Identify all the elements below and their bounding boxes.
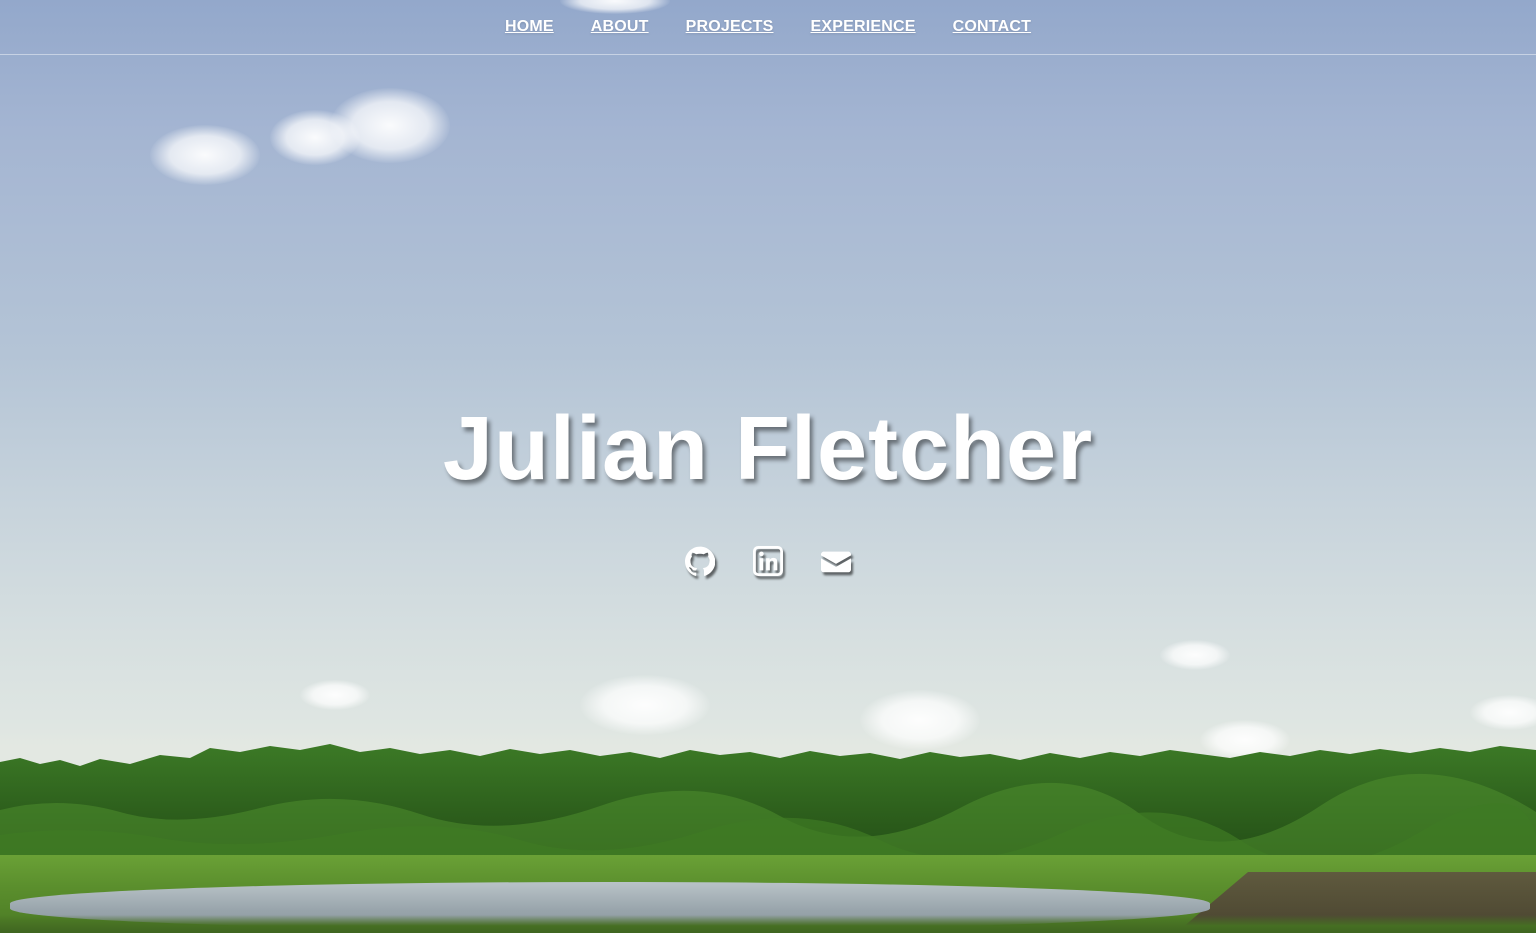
email-link[interactable] (821, 545, 851, 577)
hero-section: HOME ABOUT PROJECTS EXPERIENCE CONTACT J… (0, 0, 1536, 933)
github-icon (685, 546, 715, 576)
cloud (150, 125, 260, 185)
nav-link-experience[interactable]: EXPERIENCE (810, 18, 915, 35)
linkedin-link[interactable] (753, 545, 783, 577)
cloud (1160, 640, 1230, 670)
cloud (300, 680, 370, 710)
nav-link-about[interactable]: ABOUT (591, 18, 649, 35)
linkedin-icon (753, 546, 783, 576)
cloud (330, 88, 450, 163)
envelope-icon (821, 551, 851, 573)
top-navigation: HOME ABOUT PROJECTS EXPERIENCE CONTACT (0, 0, 1536, 55)
nav-list: HOME ABOUT PROJECTS EXPERIENCE CONTACT (505, 18, 1031, 36)
nav-link-contact[interactable]: CONTACT (953, 18, 1031, 35)
nav-link-projects[interactable]: PROJECTS (686, 18, 774, 35)
cloud (1470, 695, 1536, 730)
social-links (0, 545, 1536, 577)
hero-name: Julian Fletcher (442, 399, 1094, 499)
cloud (580, 675, 710, 735)
github-link[interactable] (685, 545, 715, 577)
nav-link-home[interactable]: HOME (505, 18, 554, 35)
foreground-grass (0, 915, 1536, 933)
